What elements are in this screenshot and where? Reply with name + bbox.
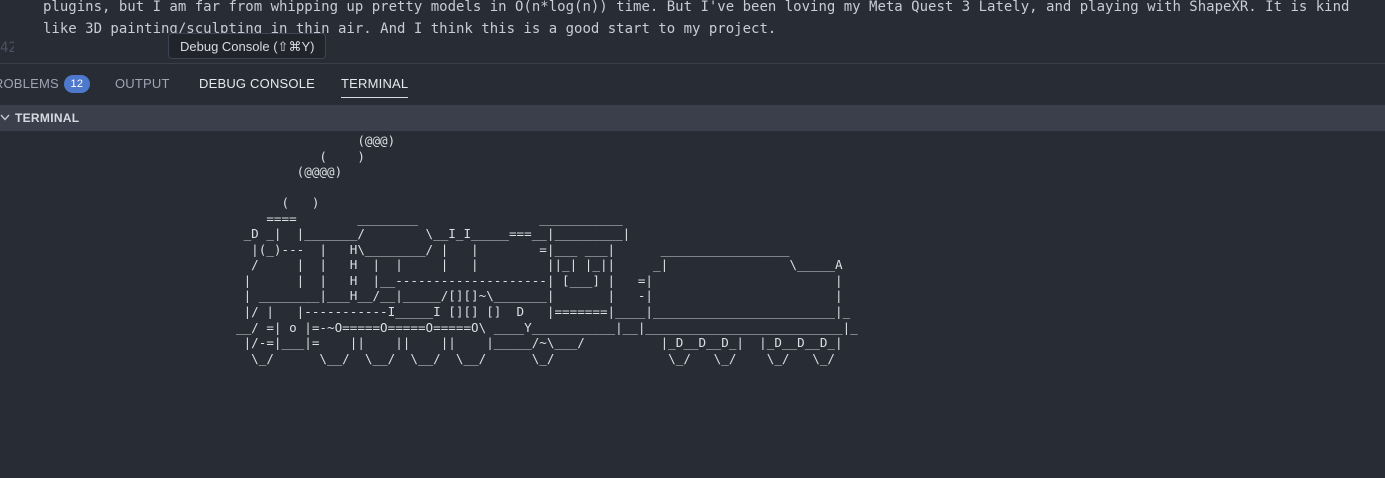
terminal-section-title: TERMINAL xyxy=(15,111,80,125)
editor-line[interactable]: plugins, but I am far from whipping up p… xyxy=(43,0,1349,18)
terminal-section-header[interactable]: TERMINAL xyxy=(0,105,1385,131)
tab-debug-console[interactable]: DEBUG CONSOLE xyxy=(199,64,315,104)
chevron-down-icon[interactable] xyxy=(0,105,12,131)
editor-line[interactable]: like 3D painting/sculpting in thin air. … xyxy=(43,18,776,40)
tab-problems[interactable]: PROBLEMS 12 xyxy=(0,64,90,104)
tab-problems-label: PROBLEMS xyxy=(0,76,59,91)
line-number: 42 xyxy=(0,40,14,56)
terminal-output: (@@@) ( ) (@@@@) ( ) ==== ________ _____… xyxy=(236,133,858,366)
terminal-view[interactable]: (@@@) ( ) (@@@@) ( ) ==== ________ _____… xyxy=(0,131,1385,478)
debug-console-tooltip: Debug Console (⇧⌘Y) xyxy=(168,33,327,59)
tab-debug-console-label: DEBUG CONSOLE xyxy=(199,76,316,91)
panel-tab-bar: PROBLEMS 12 OUTPUT DEBUG CONSOLE TERMINAL xyxy=(0,64,1385,104)
tab-output[interactable]: OUTPUT xyxy=(115,64,170,104)
tab-output-label: OUTPUT xyxy=(115,76,170,91)
problems-count-badge: 12 xyxy=(63,74,90,93)
tab-terminal[interactable]: TERMINAL xyxy=(341,64,409,104)
tab-terminal-label: TERMINAL xyxy=(341,76,409,91)
